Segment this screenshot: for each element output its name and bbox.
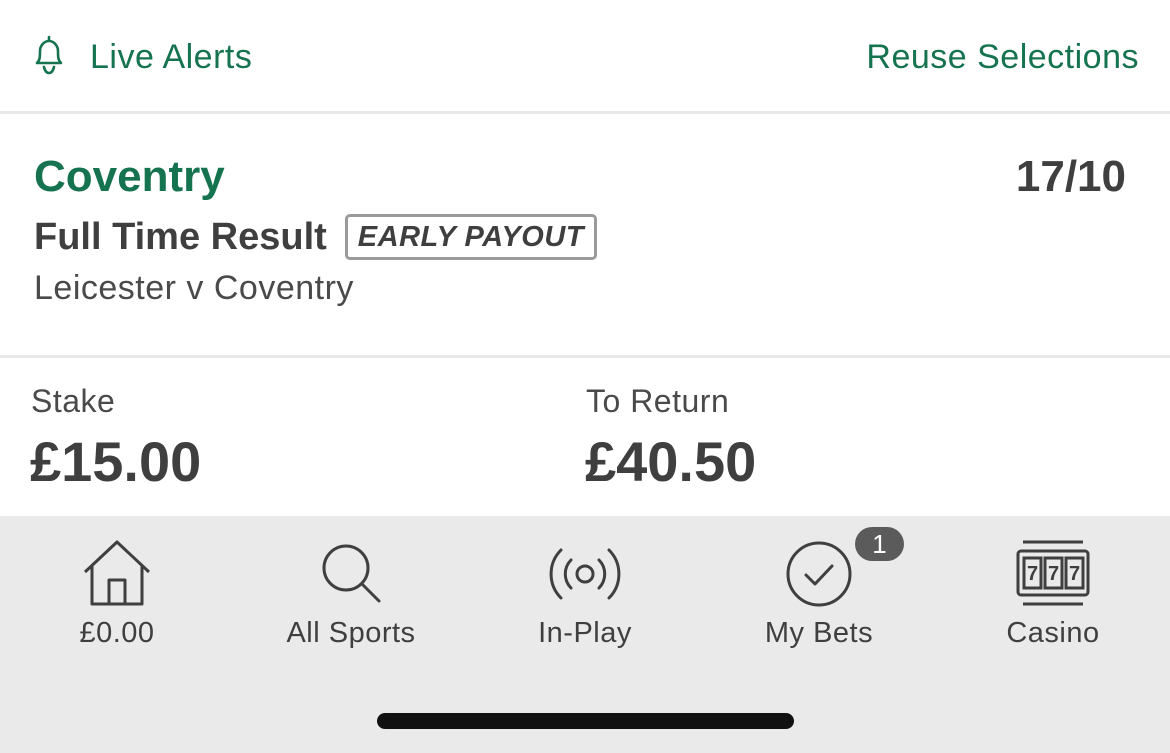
selection-odds: 17/10 — [1015, 152, 1126, 201]
bet-slip-header: Live Alerts Reuse Selections — [0, 0, 1170, 114]
tab-all-sports[interactable]: All Sports — [234, 516, 468, 666]
tab-balance-label: £0.00 — [79, 617, 155, 649]
tab-in-play-label: In-Play — [538, 617, 632, 649]
tab-casino-label: Casino — [1006, 617, 1100, 649]
live-alerts-button[interactable]: Live Alerts — [28, 34, 252, 80]
tab-my-bets-label: My Bets — [764, 617, 874, 649]
to-return-value: £40.50 — [585, 430, 757, 493]
stake-value[interactable]: £15.00 — [30, 429, 201, 494]
broadcast-icon — [547, 538, 623, 608]
stake-label: Stake — [31, 383, 116, 419]
svg-text:7: 7 — [1048, 563, 1059, 585]
bell-icon — [28, 33, 70, 82]
svg-text:7: 7 — [1027, 563, 1038, 585]
to-return-label: To Return — [586, 383, 730, 419]
tab-casino[interactable]: 7 7 7 Casino — [936, 516, 1170, 666]
event-name: Leicester v Coventry — [34, 269, 354, 307]
live-alerts-label: Live Alerts — [90, 37, 253, 76]
tab-in-play[interactable]: In-Play — [468, 516, 702, 666]
home-icon — [79, 538, 155, 608]
stake-return-panel: Stake £15.00 To Return £40.50 — [0, 361, 1170, 516]
my-bets-count-badge: 1 — [855, 527, 904, 561]
bet-selection-card: Coventry 17/10 Full Time Result EARLY PA… — [0, 117, 1170, 358]
tab-all-sports-label: All Sports — [286, 617, 416, 649]
home-indicator[interactable] — [377, 713, 794, 729]
check-circle-icon — [781, 538, 857, 608]
svg-text:7: 7 — [1069, 563, 1080, 585]
selection-name: Coventry — [34, 152, 225, 201]
market-row: Full Time Result EARLY PAYOUT — [34, 214, 598, 260]
search-icon — [313, 538, 389, 608]
reuse-selections-link[interactable]: Reuse Selections — [866, 34, 1139, 80]
early-payout-badge: EARLY PAYOUT — [344, 214, 598, 260]
market-name: Full Time Result — [34, 215, 327, 258]
slot-machine-icon: 7 7 7 — [1015, 538, 1091, 608]
tab-balance[interactable]: £0.00 — [0, 516, 234, 666]
